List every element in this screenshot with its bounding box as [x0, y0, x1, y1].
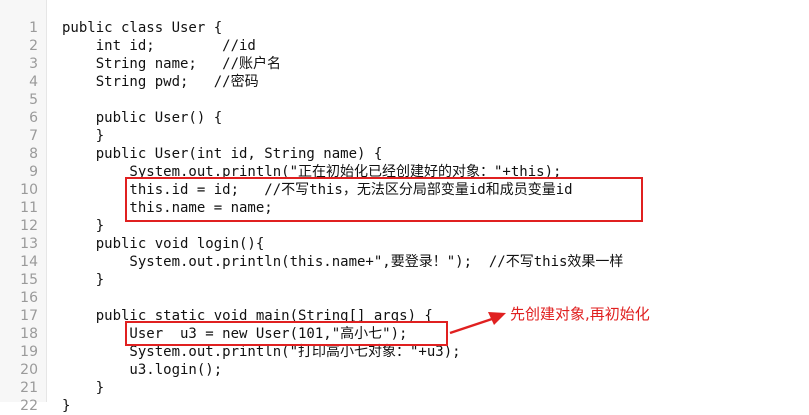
line-number: 14	[20, 254, 38, 270]
code-line: u3.login();	[62, 362, 223, 378]
line-number: 5	[29, 92, 38, 108]
line-number: 13	[20, 236, 38, 252]
line-number: 19	[20, 344, 38, 360]
code-line: int id; //id	[62, 38, 256, 54]
line-number: 1	[29, 20, 38, 36]
code-line: public User(int id, String name) {	[62, 146, 383, 162]
code-line: public User() {	[62, 110, 223, 126]
line-number: 18	[20, 326, 38, 342]
line-number: 21	[20, 380, 38, 396]
code-line: String name; //账户名	[62, 56, 282, 72]
line-number-gutter: 1 2 3 4 5 6 7 8 9 10 11 12 13 14 15 16 1…	[0, 0, 47, 414]
line-number: 3	[29, 56, 38, 72]
line-number: 2	[29, 38, 38, 54]
highlight-box-object-creation	[125, 321, 448, 346]
code-line: }	[62, 398, 71, 414]
code-line: public class User {	[62, 20, 223, 36]
code-line: String pwd; //密码	[62, 74, 259, 90]
annotation-label: 先创建对象,再初始化	[510, 305, 650, 323]
line-number: 16	[20, 290, 38, 306]
code-editor: 1 2 3 4 5 6 7 8 9 10 11 12 13 14 15 16 1…	[0, 0, 809, 414]
code-line: System.out.println(this.name+",要登录！"); /…	[62, 254, 624, 270]
line-number: 12	[20, 218, 38, 234]
line-number: 9	[29, 164, 38, 180]
code-line: public void login(){	[62, 236, 265, 252]
code-line: }	[62, 272, 105, 288]
code-line: }	[62, 128, 105, 144]
line-number: 4	[29, 74, 38, 90]
code-line: }	[62, 218, 105, 234]
line-number: 15	[20, 272, 38, 288]
line-number: 6	[29, 110, 38, 126]
line-number: 22	[20, 398, 38, 414]
line-number: 8	[29, 146, 38, 162]
line-number: 11	[20, 200, 38, 216]
line-number: 7	[29, 128, 38, 144]
line-number: 10	[20, 182, 38, 198]
code-line: }	[62, 380, 105, 396]
line-number: 20	[20, 362, 38, 378]
highlight-box-this-assignments	[125, 177, 643, 222]
line-number: 17	[20, 308, 38, 324]
